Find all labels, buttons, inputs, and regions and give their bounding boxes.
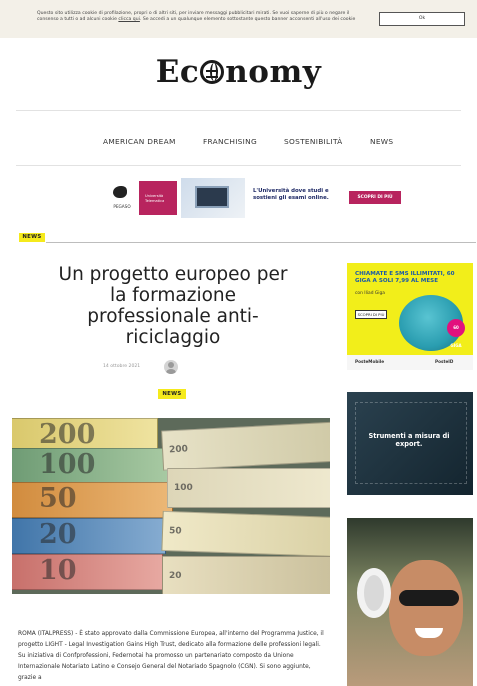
ad-brand-left: PosteMobile [355,359,385,364]
nav-item-american-dream[interactable]: AMERICAN DREAM [103,137,176,146]
banner-brand-name: PEGASO [113,204,131,209]
banknote: 10 [12,554,163,590]
ad-subline: con Iliad Giga [355,291,385,296]
ad-export-text: Strumenti a misura di export. [368,432,450,448]
banknote: 200 [161,421,330,471]
ad-brand-right: PosteID [435,359,454,364]
globe-icon [200,60,225,84]
sunglasses-icon [399,590,459,606]
banknote-value: 10 [39,555,77,586]
banknote-value: 100 [39,449,96,480]
site-logo[interactable]: Ec nomy [0,54,477,94]
banknote: 20 [162,556,330,594]
cookie-banner: Questo sito utilizza cookie di profilazi… [0,0,477,38]
banknote: 50 [161,510,330,558]
banknote: 20 [12,518,166,554]
banknote-value: 50 [39,483,77,514]
headphones-icon [357,568,391,618]
cookie-ok-button[interactable]: Ok [379,12,465,26]
banknote-value: 200 [168,444,189,456]
nav-item-franchising[interactable]: FRANCHISING [203,137,257,146]
sidebar-ad-telecom[interactable]: CHIAMATE E SMS ILLIMITATI, 60 GIGA A SOL… [347,263,473,370]
banknote-value: 50 [168,526,182,537]
laptop-icon [195,186,229,208]
banknote: 100 [167,468,330,508]
banner-headline: L'Università dove studi e sostieni gli e… [253,188,329,201]
ad-footer: PosteMobile PosteID [347,355,473,370]
author-avatar-icon[interactable] [164,360,178,374]
ad-headline: CHIAMATE E SMS ILLIMITATI, 60 GIGA A SOL… [355,271,455,284]
nav-item-sostenibilita[interactable]: SOSTENIBILITÀ [284,137,343,146]
logo-text-left: Ec [155,54,200,90]
banner-cta-button[interactable]: SCOPRI DI PIÙ [349,191,401,204]
article-category-badge[interactable]: NEWS [158,389,186,399]
nav-item-news[interactable]: NEWS [370,137,393,146]
banknote-value: 20 [169,571,182,581]
article-hero-image: 200 100 50 20 10 200 100 50 20 [12,418,330,594]
banknote-value: 100 [174,483,193,493]
ad-cta-button[interactable]: SCOPRI DI PIÙ [355,310,387,319]
banner-ad[interactable]: PEGASO Università Telematica L'Universit… [105,178,403,218]
header-divider [16,110,461,111]
nav-divider [16,165,461,166]
pegasus-icon [113,186,127,198]
sidebar-ad-headphones[interactable] [347,518,473,686]
banknote: 50 [12,482,173,518]
banner-brand-logo: PEGASO [105,186,135,214]
sidebar-ad-export[interactable]: Strumenti a misura di export. [347,392,473,495]
banner-image [181,178,245,218]
cookie-link[interactable]: clicca qui [118,17,140,22]
ad-person-photo [389,560,463,656]
section-label[interactable]: NEWS [19,233,45,242]
ad-badge: 60 GIGA [447,319,465,348]
cookie-text-tail: . Se accedi a un qualunque elemento sott… [139,17,356,22]
section-divider [46,242,476,243]
banner-pink-block: Università Telematica [139,181,177,215]
banknote-value: 20 [39,519,77,550]
logo-text-right: nomy [225,54,322,90]
banner-pink-label: Università Telematica [145,194,165,203]
article-body: ROMA (ITALPRESS) - È stato approvato dal… [18,631,324,681]
banknote-value: 200 [39,419,96,450]
cookie-text: Questo sito utilizza cookie di profilazi… [37,11,367,23]
article-title: Un progetto europeo per la formazione pr… [58,264,288,348]
banknote: 100 [12,448,168,484]
article-date: 14 ottobre 2021 [103,364,141,369]
main-nav: AMERICAN DREAM FRANCHISING SOSTENIBILITÀ… [0,137,477,149]
